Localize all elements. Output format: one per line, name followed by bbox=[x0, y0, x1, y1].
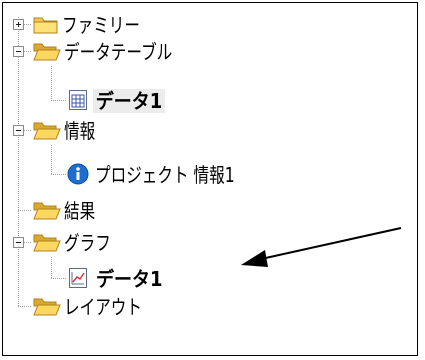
annotation-arrow bbox=[241, 227, 402, 267]
project-tree-panel: ファミリー データテーブル データ1 情報 プロジェクト 情報1 結果 グラフ … bbox=[2, 2, 418, 356]
